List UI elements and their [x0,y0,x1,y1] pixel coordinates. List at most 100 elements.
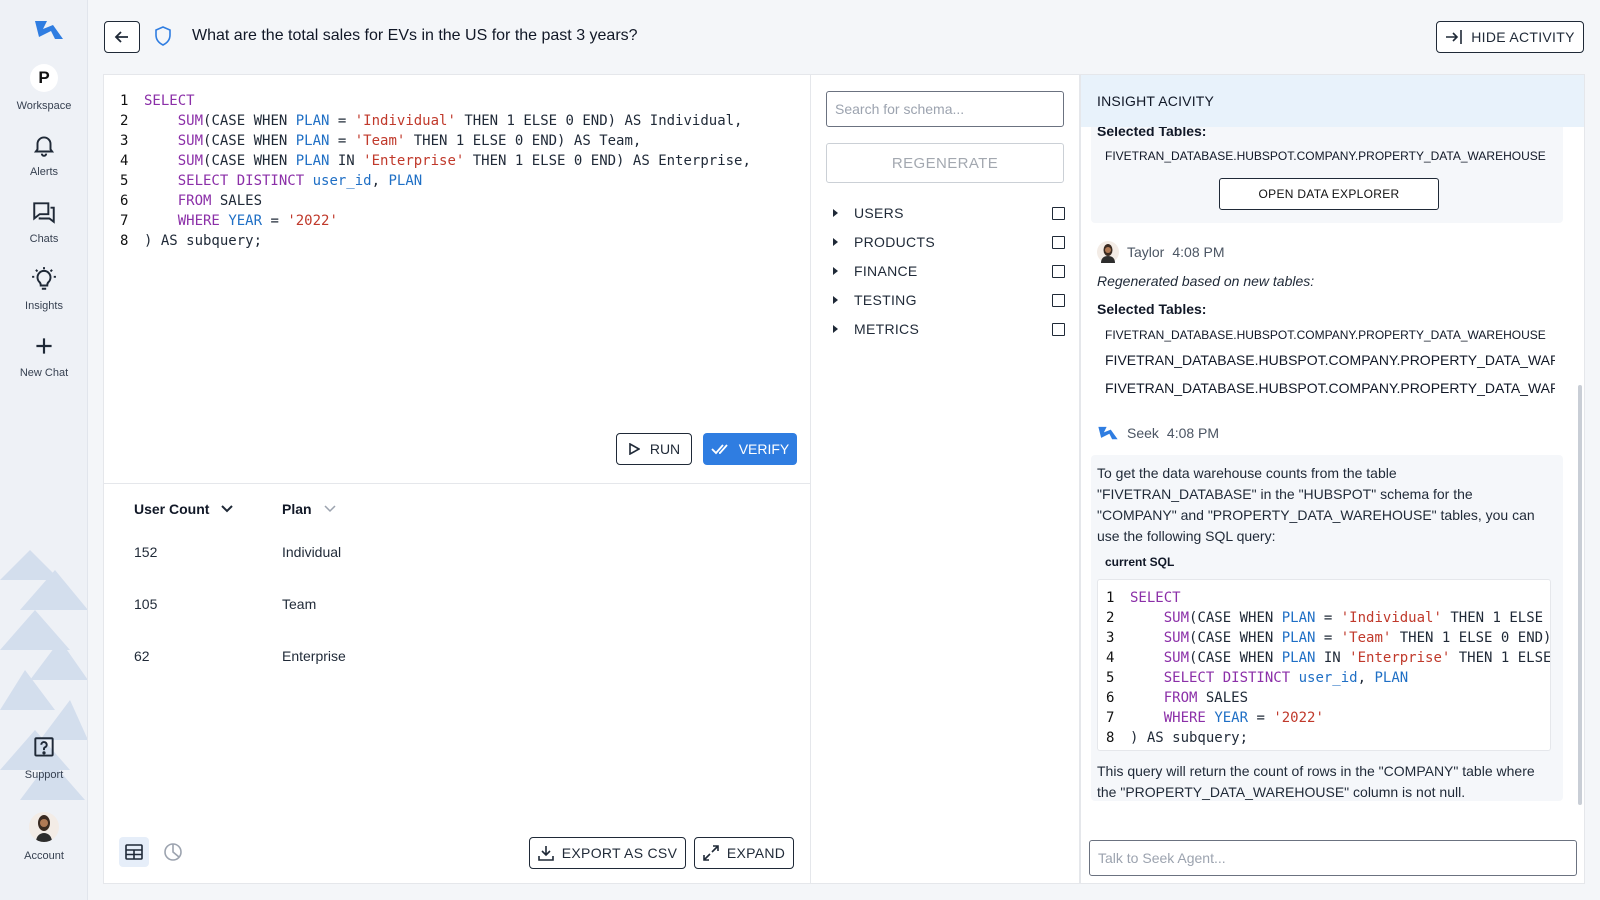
line-number: 7 [1106,710,1115,726]
message-time: 4:08 PM [1166,425,1220,441]
nav-new-chat[interactable]: New Chat [0,333,87,379]
schema-checkbox[interactable] [1052,264,1065,278]
export-label: EXPORT AS CSV [561,845,678,861]
caret-right-icon[interactable] [833,238,838,246]
selected-tables-label: Selected Tables: [1097,301,1207,317]
editor-divider [104,483,812,484]
table-cell: 152 [134,544,158,560]
code-line: 1 SELECT [120,91,751,111]
message-time: 4:08 PM [1172,244,1225,260]
line-number: 8 [120,233,129,249]
line-number: 3 [120,133,129,149]
activity-feed[interactable]: Selected Tables: FIVETRAN_DATABASE.HUBSP… [1081,127,1584,883]
hide-activity-button[interactable]: HIDE ACTIVITY [1436,21,1584,53]
run-button[interactable]: RUN [616,433,692,465]
sql-snippet-code: 1 SELECT 2 SUM(CASE WHEN PLAN = 'Individua… [1106,588,1550,748]
schema-checkbox[interactable] [1052,322,1065,336]
code-line: 6 FROM SALES [120,191,751,211]
caret-right-icon[interactable] [833,267,838,275]
code-line: 8) AS subquery; [120,231,751,251]
chat-icon [33,202,55,224]
code-text: SUM(CASE WHEN PLAN = 'Team' THEN 1 ELSE … [177,133,642,149]
double-check-icon [711,444,728,455]
expand-label: EXPAND [726,845,786,861]
shield-icon [155,26,171,46]
sidebar: P Workspace Alerts Chats Insights New Ch… [0,0,88,900]
nav-account[interactable]: Account [0,812,87,862]
table-name: FIVETRAN_DATABASE.HUBSPOT.COMPANY.PROPER… [1105,328,1546,342]
hide-activity-label: HIDE ACTIVITY [1471,29,1575,45]
verify-button[interactable]: VERIFY [703,433,797,465]
regenerate-button[interactable]: REGENERATE [826,143,1064,183]
table-name: FIVETRAN_DATABASE.HUBSPOT.COMPANY.PROPER… [1105,352,1555,368]
nav-support[interactable]: Support [0,735,87,781]
verify-label: VERIFY [738,441,790,457]
schema-item-testing[interactable]: TESTING [833,290,1065,310]
code-text: SELECT [144,93,195,109]
nav-chats[interactable]: Chats [0,199,87,245]
response-text: To get the data warehouse counts from th… [1097,465,1535,544]
app-logo-icon[interactable] [33,17,65,43]
schema-item-finance[interactable]: FINANCE [833,261,1065,281]
line-number: 4 [120,153,129,169]
schema-item-users[interactable]: USERS [833,203,1065,223]
table-view-button[interactable] [119,837,149,867]
back-button[interactable] [104,21,140,53]
chevron-down-icon [221,505,234,513]
nav-new-chat-label: New Chat [19,367,69,379]
schema-search-input[interactable] [826,91,1064,127]
agent-chat-input[interactable] [1089,840,1577,876]
activity-scrollbar[interactable] [1578,385,1582,805]
line-number: 1 [120,93,129,109]
play-icon [629,443,640,455]
nav-support-label: Support [24,769,64,781]
nav-insights[interactable]: Insights [0,266,87,312]
caret-right-icon[interactable] [833,296,838,304]
line-number: 4 [1106,650,1115,666]
line-number: 1 [1106,590,1115,606]
schema-checkbox[interactable] [1052,293,1065,307]
nav-account-label: Account [24,850,64,862]
table-cell: Team [282,596,317,612]
message-author: Taylor [1127,244,1165,260]
chart-view-button[interactable] [158,837,188,867]
line-number: 8 [1106,730,1115,746]
code-line: 7 WHERE YEAR = '2022' [1106,708,1550,728]
code-line: 3 SUM(CASE WHEN PLAN = 'Team' THEN 1 ELS… [1106,628,1550,648]
line-number: 3 [1106,630,1115,646]
line-number: 2 [1106,610,1115,626]
code-text: FROM SALES [1163,690,1249,706]
code-text: SELECT DISTINCT user_id, PLAN [1163,670,1409,686]
question-icon [34,737,54,757]
table-icon [125,844,143,860]
message-header: Seek 4:08 PM [1097,424,1219,442]
column-header-label: Plan [282,501,312,517]
schema-checkbox[interactable] [1052,206,1065,220]
agent-response-card: To get the data warehouse counts from th… [1091,455,1563,801]
schema-item-metrics[interactable]: METRICS [833,319,1065,339]
code-line: 5 SELECT DISTINCT user_id, PLAN [120,171,751,191]
nav-alerts[interactable]: Alerts [0,132,87,178]
export-csv-button[interactable]: EXPORT AS CSV [529,837,686,869]
open-data-explorer-button[interactable]: OPEN DATA EXPLORER [1219,178,1439,210]
plus-icon [36,338,52,354]
column-header-plan[interactable]: Plan [282,501,336,517]
nav-alerts-label: Alerts [29,166,59,178]
line-number: 5 [1106,670,1115,686]
pie-chart-icon [164,843,182,861]
schema-checkbox[interactable] [1052,235,1065,249]
caret-right-icon[interactable] [833,209,838,217]
run-label: RUN [649,441,681,457]
expand-button[interactable]: EXPAND [694,837,794,869]
chevron-down-icon [324,505,336,513]
schema-item-label: METRICS [854,321,920,337]
code-line: 6 FROM SALES [1106,688,1550,708]
schema-item-products[interactable]: PRODUCTS [833,232,1065,252]
column-header-user-count[interactable]: User Count [134,501,234,517]
caret-right-icon[interactable] [833,325,838,333]
line-number: 6 [1106,690,1115,706]
expand-icon [703,845,719,861]
code-line: 8) AS subquery; [1106,728,1550,748]
workspace-nav[interactable]: P Workspace [0,64,87,112]
sql-editor[interactable]: 1 SELECT 2 SUM(CASE WHEN PLAN = 'Individua… [120,91,751,251]
